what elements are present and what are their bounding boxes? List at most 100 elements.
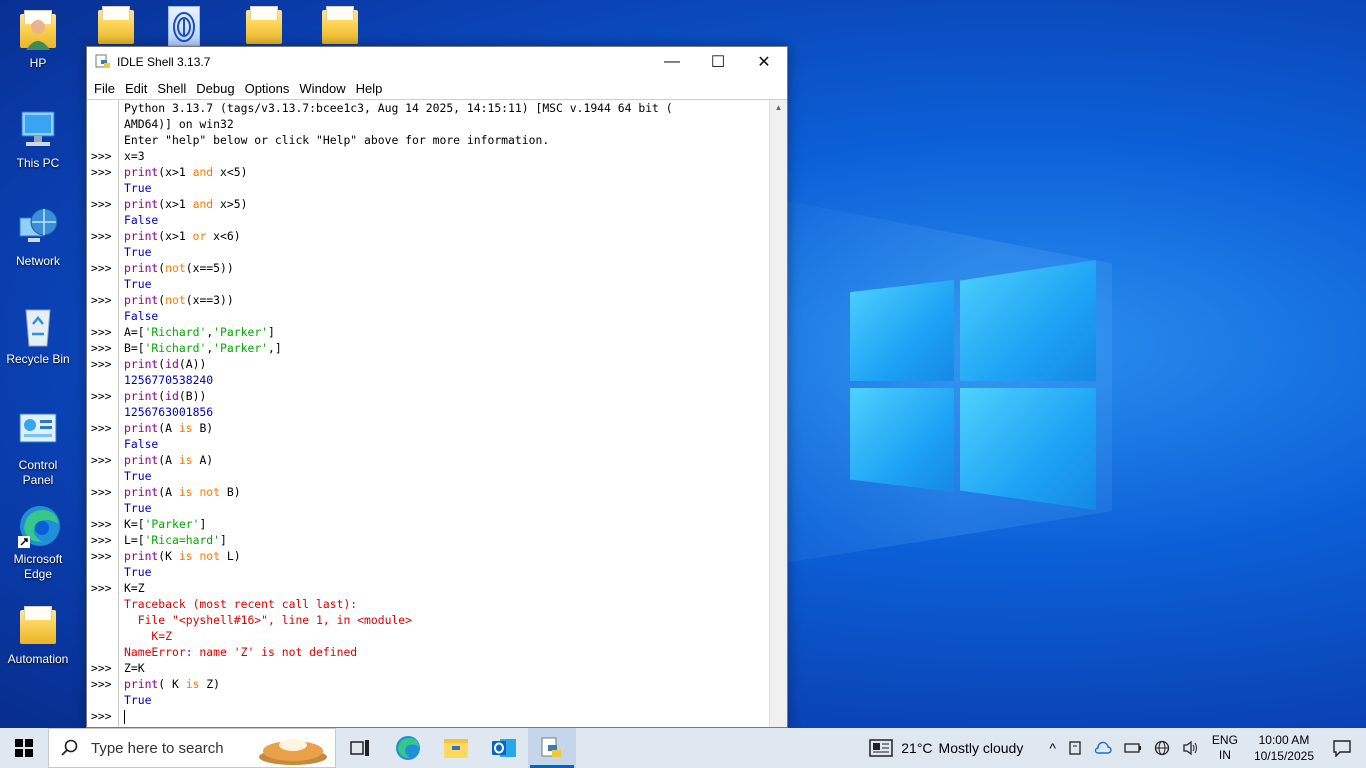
close-button[interactable]: ✕	[741, 47, 787, 77]
minimize-button[interactable]: —	[649, 47, 695, 77]
chevron-up-icon: ^	[1049, 740, 1056, 756]
notification-icon	[1333, 740, 1351, 757]
taskbar-file-explorer[interactable]	[432, 728, 480, 768]
shell-token: Z)	[199, 677, 221, 691]
outlook-icon	[492, 739, 516, 757]
menu-debug[interactable]: Debug	[191, 81, 239, 96]
shell-token: is not	[178, 549, 221, 563]
folder-icon	[16, 604, 60, 648]
prompt-marker: >>>	[91, 197, 112, 211]
prompt-marker: >>>	[91, 229, 112, 243]
clock[interactable]: 10:00 AM 10/15/2025	[1254, 732, 1314, 764]
desktop-icon-label: Microsoft Edge	[13, 552, 63, 581]
shell-line: print( K is Z)	[124, 676, 769, 692]
prompt-marker: >>>	[91, 709, 112, 723]
prompt-marker	[87, 564, 118, 580]
shell-editor[interactable]: >>> >>> >>> >>> >>> >>> >>> >>> >>> >>> >>> >>> >>> >…	[87, 99, 787, 727]
shell-token: print	[124, 677, 159, 691]
shell-line: print(A is B)	[124, 420, 769, 436]
prompt-marker	[87, 612, 118, 628]
menu-help[interactable]: Help	[351, 81, 388, 96]
taskbar-edge[interactable]	[384, 728, 432, 768]
desktop-icon-automation[interactable]: Automation	[2, 604, 74, 667]
shell-token: True	[124, 469, 152, 483]
language-indicator[interactable]: ENG IN	[1212, 733, 1238, 763]
desktop-fingerprint-icon[interactable]	[168, 6, 200, 46]
vertical-scrollbar[interactable]: ▲	[769, 100, 787, 727]
desktop-icon-this-pc[interactable]: This PC	[2, 108, 74, 171]
shell-token: print	[124, 293, 159, 307]
desktop-icon-hp[interactable]: HP	[2, 8, 74, 71]
tray-volume-icon[interactable]	[1182, 740, 1200, 756]
prompt-marker	[87, 468, 118, 484]
shell-token: ]	[268, 325, 275, 339]
shell-token: (x>1	[158, 229, 193, 243]
shell-token: A=[	[124, 325, 145, 339]
taskbar-python-idle[interactable]	[528, 728, 576, 768]
start-button[interactable]	[0, 728, 48, 768]
shell-line: print(not(x==5))	[124, 260, 769, 276]
tray-device-icon[interactable]	[1068, 740, 1082, 756]
desktop-folder-icon[interactable]	[318, 6, 358, 46]
menu-file[interactable]: File	[89, 81, 120, 96]
show-hidden-icons-button[interactable]: ^	[1049, 740, 1056, 756]
menu-window[interactable]: Window	[294, 81, 350, 96]
prompt-marker: >>>	[91, 261, 112, 275]
weather-widget[interactable]: 21°C Mostly cloudy	[869, 739, 1023, 757]
maximize-button[interactable]: ☐	[695, 47, 741, 77]
prompt-marker: >>>	[91, 149, 112, 163]
shell-token: print	[124, 485, 159, 499]
taskbar-outlook[interactable]	[480, 728, 528, 768]
shell-line: AMD64)] on win32	[124, 116, 769, 132]
menu-edit[interactable]: Edit	[120, 81, 152, 96]
file-explorer-icon	[444, 739, 468, 758]
menu-options[interactable]: Options	[240, 81, 295, 96]
shell-line: False	[124, 212, 769, 228]
windows-logo-pane-tl	[850, 280, 954, 381]
prompt-marker	[87, 372, 118, 388]
scroll-up-icon[interactable]: ▲	[770, 100, 787, 114]
cloud-sync-icon	[1094, 741, 1112, 754]
shell-line: print(not(x==3))	[124, 292, 769, 308]
shell-token: (A	[158, 485, 179, 499]
shell-token: True	[124, 245, 152, 259]
desktop-icon-edge[interactable]: Microsoft Edge	[2, 504, 74, 582]
tray-cloud-sync-icon[interactable]	[1094, 741, 1112, 755]
desktop-icon-label: Recycle Bin	[6, 352, 70, 366]
control-panel-icon	[16, 410, 60, 454]
search-placeholder: Type here to search	[91, 739, 224, 757]
shell-token: Traceback (most recent call last):	[124, 597, 358, 611]
desktop-folder-icon[interactable]	[242, 6, 282, 46]
shell-token: 'Parker'	[213, 341, 269, 355]
shell-token: AMD64)] on win32	[124, 117, 234, 131]
shell-token: 1256763001856	[124, 405, 214, 419]
desktop-icon-network[interactable]: Network	[2, 206, 74, 269]
task-view-button[interactable]	[336, 728, 384, 768]
shell-token: (x==3))	[185, 293, 234, 307]
windows-logo-pane-bl	[850, 388, 954, 492]
menu-shell[interactable]: Shell	[152, 81, 191, 96]
python-idle-icon	[95, 54, 111, 70]
shell-token: print	[124, 197, 159, 211]
title-bar[interactable]: IDLE Shell 3.13.7 — ☐ ✕	[87, 47, 787, 77]
shell-token: (A	[158, 421, 179, 435]
desktop-folder-icon[interactable]	[94, 6, 134, 46]
shell-token: File "<pyshell#16>", line 1, in <module>	[124, 613, 413, 627]
desktop-icon-label: This PC	[16, 156, 60, 170]
desktop-icon-recycle-bin[interactable]: Recycle Bin	[2, 304, 74, 367]
tray-battery-icon[interactable]	[1124, 742, 1142, 754]
shell-line: True	[124, 692, 769, 708]
tray-network-icon[interactable]	[1154, 740, 1170, 756]
shell-token: (x>1	[158, 197, 193, 211]
windows-logo-pane-br	[960, 388, 1096, 510]
shell-text-area[interactable]: Python 3.13.7 (tags/v3.13.7:bcee1c3, Aug…	[119, 100, 769, 727]
prompt-marker: >>>	[91, 661, 112, 675]
shell-token: ( K	[158, 677, 186, 691]
desktop-icon-control-panel[interactable]: Control Panel	[2, 410, 74, 488]
idle-shell-window[interactable]: IDLE Shell 3.13.7 — ☐ ✕ File Edit Shell …	[86, 46, 788, 728]
taskbar-search-box[interactable]: Type here to search	[48, 728, 336, 768]
shell-token: False	[124, 213, 159, 227]
shell-line: B=['Richard','Parker',]	[124, 340, 769, 356]
shell-token: 'Rica=hard'	[144, 533, 221, 547]
notification-center-button[interactable]	[1332, 739, 1352, 757]
